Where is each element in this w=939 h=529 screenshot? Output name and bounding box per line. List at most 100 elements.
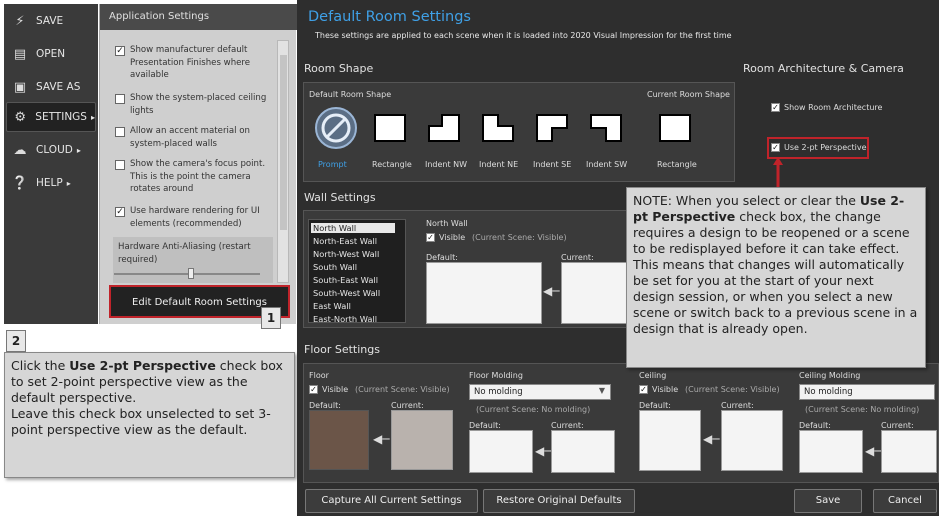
indent-sw-shape-icon[interactable] bbox=[590, 114, 622, 142]
wall-item-south-west[interactable]: South-West Wall bbox=[313, 288, 380, 298]
ceiling-molding-current-scene: (Current Scene: No molding) bbox=[805, 405, 920, 414]
capture-settings-button[interactable]: Capture All Current Settings bbox=[305, 489, 478, 513]
save-button[interactable]: Save bbox=[794, 489, 862, 513]
ceiling-molding-default-label: Default: bbox=[799, 421, 831, 430]
help-icon: ❔ bbox=[11, 175, 29, 191]
shape-label-indent-sw: Indent SW bbox=[586, 160, 628, 169]
show-architecture-checkbox[interactable]: ✓ bbox=[771, 103, 780, 112]
current-room-shape-label: Current Room Shape bbox=[647, 90, 730, 99]
option-label: Show manufacturer default Presentation F… bbox=[130, 45, 251, 80]
nav-save-label: SAVE bbox=[36, 15, 64, 27]
wall-current-scene-label: (Current Scene: Visible) bbox=[472, 233, 567, 242]
wall-current-swatch bbox=[561, 262, 627, 324]
arrow-left-icon: ◀─ bbox=[865, 444, 882, 458]
wall-item-south-east[interactable]: South-East Wall bbox=[313, 275, 378, 285]
nav-open-label: OPEN bbox=[36, 48, 66, 60]
rectangle-shape-icon[interactable] bbox=[374, 114, 406, 142]
checkbox-checked[interactable]: ✓ bbox=[115, 207, 125, 217]
floor-settings-title: Floor Settings bbox=[304, 343, 380, 356]
note-text: This means that changes will automatical… bbox=[633, 257, 918, 336]
wall-item-north[interactable]: North Wall bbox=[311, 223, 395, 233]
floor-molding-dropdown[interactable]: No molding ▼ bbox=[469, 384, 611, 400]
floor-molding-default-label: Default: bbox=[469, 421, 501, 430]
floor-current-scene-label: (Current Scene: Visible) bbox=[355, 385, 450, 394]
default-room-shape-label: Default Room Shape bbox=[309, 90, 392, 99]
current-shape-icon bbox=[659, 114, 691, 142]
arrow-left-icon: ◀─ bbox=[543, 284, 560, 298]
anti-aliasing-slider-knob[interactable] bbox=[188, 268, 194, 279]
option-label: Show the system-placed ceiling lights bbox=[130, 93, 267, 116]
option-label: Allow an accent material on system-place… bbox=[130, 126, 250, 149]
floor-current-label: Current: bbox=[391, 401, 424, 410]
floor-molding-current-label: Current: bbox=[551, 421, 584, 430]
ceiling-current-swatch bbox=[721, 410, 783, 471]
checkbox[interactable] bbox=[115, 94, 125, 104]
application-settings-panel: Application Settings ✓ Show manufacturer… bbox=[99, 4, 297, 324]
option-ceiling-lights[interactable]: Show the system-placed ceiling lights bbox=[110, 92, 272, 117]
ceiling-current-label: Current: bbox=[721, 401, 754, 410]
window-subtitle: These settings are applied to each scene… bbox=[315, 31, 732, 40]
cancel-button[interactable]: Cancel bbox=[873, 489, 937, 513]
nav-settings[interactable]: ⚙ SETTINGS ▸ bbox=[6, 102, 96, 132]
checkbox[interactable] bbox=[115, 160, 125, 170]
checkbox-checked[interactable]: ✓ bbox=[115, 46, 125, 56]
save-icon: ▣ bbox=[13, 79, 27, 95]
arrow-left-icon: ◀─ bbox=[535, 444, 552, 458]
wall-item-south[interactable]: South Wall bbox=[313, 262, 357, 272]
prompt-shape-icon[interactable] bbox=[314, 106, 358, 150]
indent-nw-shape-icon[interactable] bbox=[428, 114, 460, 142]
nav-save[interactable]: ⚡ SAVE bbox=[6, 6, 96, 36]
wall-item-north-east[interactable]: North-East Wall bbox=[313, 236, 377, 246]
option-manufacturer-finishes[interactable]: ✓ Show manufacturer default Presentation… bbox=[110, 44, 272, 82]
wall-visible-checkbox[interactable]: ✓ bbox=[426, 233, 435, 242]
callout-text: Leave this check box unselected to set 3… bbox=[11, 406, 271, 437]
floor-label: Floor bbox=[309, 371, 329, 380]
nav-open[interactable]: ▤ OPEN bbox=[6, 39, 96, 69]
checkbox[interactable] bbox=[115, 127, 125, 137]
floor-molding-value: No molding bbox=[474, 387, 523, 397]
option-hardware-rendering[interactable]: ✓ Use hardware rendering for UI elements… bbox=[110, 205, 272, 230]
shape-label-indent-ne: Indent NE bbox=[479, 160, 519, 169]
ceiling-visible-checkbox[interactable]: ✓ bbox=[639, 385, 648, 394]
ceiling-default-swatch[interactable] bbox=[639, 410, 701, 471]
option-focus-point[interactable]: Show the camera's focus point. This is t… bbox=[110, 158, 272, 196]
nav-cloud[interactable]: ☁ CLOUD ▸ bbox=[6, 135, 96, 165]
ceiling-molding-value: No molding bbox=[804, 387, 853, 397]
nav-save-as[interactable]: ▣ SAVE AS bbox=[6, 72, 96, 102]
left-nav-menu: ⚡ SAVE ▤ OPEN ▣ SAVE AS ⚙ SETTINGS ▸ ☁ C… bbox=[4, 4, 98, 324]
floor-default-label: Default: bbox=[309, 401, 341, 410]
ceiling-default-label: Default: bbox=[639, 401, 671, 410]
floor-default-swatch[interactable] bbox=[309, 410, 369, 470]
ceiling-molding-default-swatch[interactable] bbox=[799, 430, 863, 473]
floor-molding-default-swatch[interactable] bbox=[469, 430, 533, 473]
current-shape-label: Rectangle bbox=[657, 160, 697, 169]
option-accent-material[interactable]: Allow an accent material on system-place… bbox=[110, 125, 272, 150]
ceiling-label: Ceiling bbox=[639, 371, 667, 380]
selected-wall-label: North Wall bbox=[426, 219, 468, 228]
wall-item-east-north[interactable]: East-North Wall bbox=[313, 314, 377, 324]
floor-visible-checkbox[interactable]: ✓ bbox=[309, 385, 318, 394]
shape-label-rectangle: Rectangle bbox=[372, 160, 412, 169]
use-2pt-perspective-highlight bbox=[767, 137, 869, 159]
restore-defaults-button[interactable]: Restore Original Defaults bbox=[483, 489, 635, 513]
settings-scrollbar[interactable] bbox=[277, 40, 289, 283]
nav-settings-label: SETTINGS bbox=[35, 111, 87, 123]
wall-default-swatch[interactable] bbox=[426, 262, 542, 324]
nav-help[interactable]: ❔ HELP ▸ bbox=[6, 168, 96, 198]
shape-label-indent-nw: Indent NW bbox=[425, 160, 468, 169]
ceiling-molding-current-swatch bbox=[881, 430, 937, 473]
scrollbar-thumb[interactable] bbox=[280, 55, 287, 230]
chevron-right-icon: ▸ bbox=[90, 112, 95, 122]
nav-cloud-label: CLOUD bbox=[36, 144, 73, 156]
step-badge-1: 1 bbox=[261, 307, 281, 329]
wall-settings-title: Wall Settings bbox=[304, 191, 376, 204]
wall-list[interactable]: North Wall North-East Wall North-West Wa… bbox=[308, 219, 406, 324]
chevron-down-icon: ▼ bbox=[598, 386, 605, 395]
show-architecture-label: Show Room Architecture bbox=[784, 103, 883, 112]
indent-ne-shape-icon[interactable] bbox=[482, 114, 514, 142]
indent-se-shape-icon[interactable] bbox=[536, 114, 568, 142]
wall-item-north-west[interactable]: North-West Wall bbox=[313, 249, 379, 259]
ceiling-molding-dropdown[interactable]: No molding bbox=[799, 384, 935, 400]
anti-aliasing-slider-track[interactable] bbox=[114, 273, 260, 275]
wall-item-east[interactable]: East Wall bbox=[313, 301, 351, 311]
